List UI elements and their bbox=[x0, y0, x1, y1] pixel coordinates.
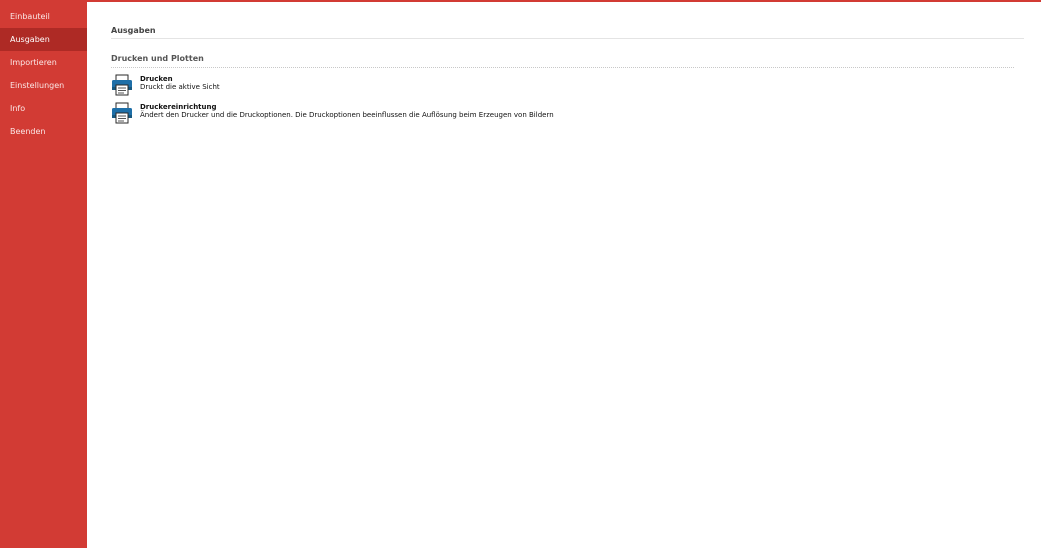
sidebar-item-beenden[interactable]: Beenden bbox=[0, 120, 87, 143]
print-command-description: Druckt die aktive Sicht bbox=[140, 83, 220, 91]
sidebar-item-importieren[interactable]: Importieren bbox=[0, 51, 87, 74]
printer-setup-icon bbox=[112, 102, 132, 124]
title-divider bbox=[111, 38, 1024, 39]
print-command[interactable]: Drucken Druckt die aktive Sicht bbox=[111, 74, 991, 98]
section-divider bbox=[111, 67, 1014, 68]
printer-setup-command[interactable]: Druckereinrichtung Ändert den Drucker un… bbox=[111, 102, 991, 126]
sidebar-nav: Einbauteil Ausgaben Importieren Einstell… bbox=[0, 0, 87, 143]
printer-icon bbox=[112, 74, 132, 96]
sidebar-item-info[interactable]: Info bbox=[0, 97, 87, 120]
printer-setup-command-description: Ändert den Drucker und die Druckoptionen… bbox=[140, 111, 554, 119]
printer-setup-command-text: Druckereinrichtung Ändert den Drucker un… bbox=[140, 103, 554, 119]
sidebar-item-einbauteil[interactable]: Einbauteil bbox=[0, 5, 87, 28]
backstage-view: Einbauteil Ausgaben Importieren Einstell… bbox=[0, 0, 1041, 548]
sidebar: Einbauteil Ausgaben Importieren Einstell… bbox=[0, 0, 87, 548]
sidebar-item-ausgaben[interactable]: Ausgaben bbox=[0, 28, 87, 51]
printer-setup-command-title: Druckereinrichtung bbox=[140, 103, 217, 111]
page-title: Ausgaben bbox=[111, 26, 156, 35]
main-panel: Ausgaben Drucken und Plotten Drucken Dru… bbox=[87, 2, 1041, 548]
section-title: Drucken und Plotten bbox=[111, 54, 204, 63]
print-command-title: Drucken bbox=[140, 75, 173, 83]
print-command-text: Drucken Druckt die aktive Sicht bbox=[140, 75, 220, 91]
sidebar-item-einstellungen[interactable]: Einstellungen bbox=[0, 74, 87, 97]
